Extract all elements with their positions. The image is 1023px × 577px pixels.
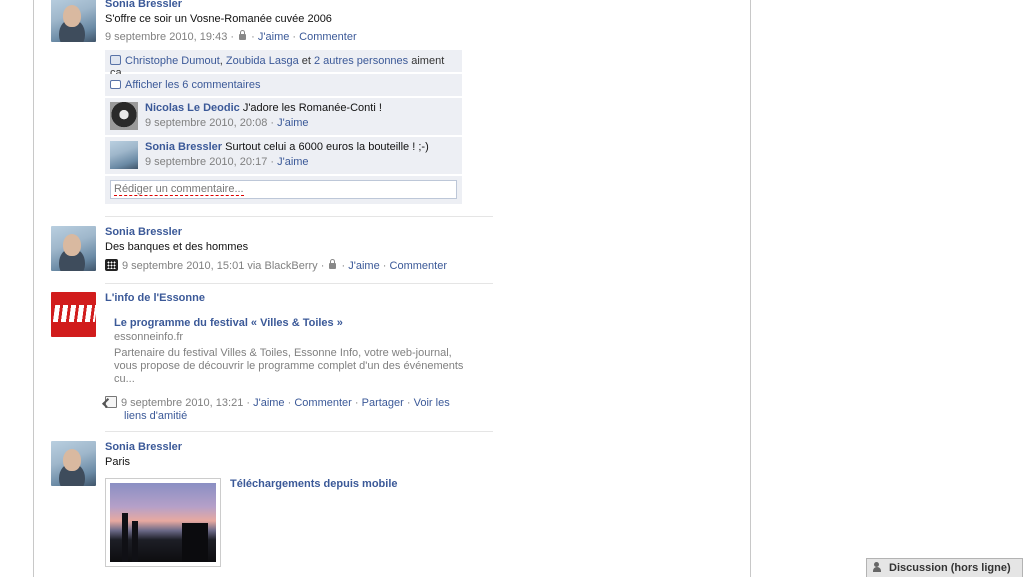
likes-row: Christophe Dumout, Zoubida Lasga et 2 au… [105,50,462,79]
story-message: Paris [105,456,131,468]
story-message: S'offre ce soir un Vosne-Romanée cuvée 2… [105,13,332,25]
attachment-description: Partenaire du festival Villes & Toiles, … [114,347,464,385]
other-likers-link[interactable]: 2 autres personnes [314,55,408,67]
comment-author[interactable]: Sonia Bressler [145,141,222,153]
thumbs-up-icon [110,55,121,65]
liker-link[interactable]: Christophe Dumout [125,55,220,67]
photo-thumbnail[interactable] [105,478,221,567]
comment-avatar[interactable] [110,141,138,169]
blackberry-icon [105,259,118,271]
story-author[interactable]: Sonia Bressler [105,226,182,238]
story-author[interactable]: Sonia Bressler [105,441,182,453]
avatar[interactable] [51,292,96,337]
comment-avatar[interactable] [110,102,138,130]
comment-timestamp: 9 septembre 2010, 20:17 [145,156,268,168]
share-icon [105,396,117,408]
feed-story: Sonia Bressler Des banques et des hommes… [51,226,493,276]
page-border-right [750,0,751,577]
comment-bubble-icon [110,80,121,89]
story-divider [105,431,493,432]
story-timestamp[interactable]: 9 septembre 2010, 19:43 [105,31,227,43]
feedback-section: Christophe Dumout, Zoubida Lasga et 2 au… [105,50,462,206]
lock-icon [329,259,337,269]
comment: Nicolas Le Deodic J'adore les Romanée-Co… [105,98,462,135]
comment-link[interactable]: Commenter [299,31,356,43]
comment-text: Surtout celui a 6000 euros la bouteille … [225,141,429,153]
album-link[interactable]: Téléchargements depuis mobile [230,478,398,490]
like-link[interactable]: J'aime [258,31,289,43]
story-message: Des banques et des hommes [105,241,249,253]
like-link[interactable]: J'aime [253,397,284,409]
comment-input[interactable]: Rédiger un commentaire... [110,180,457,199]
attachment-domain: essonneinfo.fr [114,331,184,343]
story-divider [105,216,493,217]
avatar[interactable] [51,226,96,271]
comment-timestamp: 9 septembre 2010, 20:08 [145,117,268,129]
feed-story: L'info de l'Essonne Le programme du fest… [51,292,493,422]
page-border-left [33,0,34,577]
liker-link[interactable]: Zoubida Lasga [226,55,299,67]
comment-like-link[interactable]: J'aime [277,117,308,129]
comment-like-link[interactable]: J'aime [277,156,308,168]
story-author[interactable]: Sonia Bressler [105,0,182,10]
show-comments-row[interactable]: Afficher les 6 commentaires [105,74,462,96]
comment: Sonia Bressler Surtout celui a 6000 euro… [105,137,462,174]
chat-user-icon [873,562,885,572]
share-link[interactable]: Partager [362,397,404,409]
comment-text: J'adore les Romanée-Conti ! [242,102,382,114]
comment-author[interactable]: Nicolas Le Deodic [145,102,240,114]
comment-link[interactable]: Commenter [390,260,447,272]
show-all-comments-link[interactable]: Afficher les 6 commentaires [125,79,261,91]
story-timestamp[interactable]: 9 septembre 2010, 13:21 [121,397,243,409]
lock-icon [239,30,247,40]
add-comment-row: Rédiger un commentaire... [105,176,462,204]
comment-link[interactable]: Commenter [294,397,351,409]
avatar[interactable] [51,441,96,486]
like-link[interactable]: J'aime [348,260,379,272]
chat-bar[interactable]: Discussion (hors ligne) [866,558,1023,577]
story-timestamp[interactable]: 9 septembre 2010, 15:01 via BlackBerry [122,260,318,272]
attachment-title-link[interactable]: Le programme du festival « Villes & Toil… [114,317,343,329]
story-divider [105,283,493,284]
avatar[interactable] [51,0,96,42]
story-author[interactable]: L'info de l'Essonne [105,292,205,304]
link-attachment: Le programme du festival « Villes & Toil… [114,317,470,386]
feed-story: Sonia Bressler Paris Téléchargements dep… [51,441,493,577]
photo-image [110,483,216,562]
chat-status-label: Discussion (hors ligne) [889,562,1011,574]
